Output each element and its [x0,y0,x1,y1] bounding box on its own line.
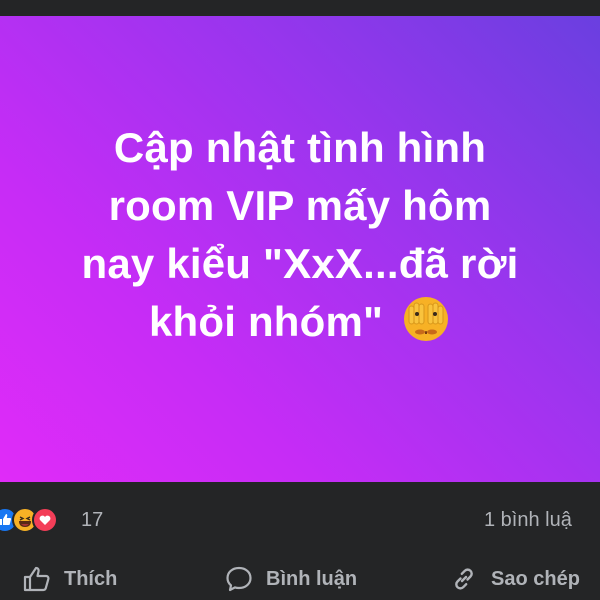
post-text-line-1: Cập nhật tình hình [113,124,487,171]
reaction-icons[interactable] [0,507,58,533]
comment-label: Bình luận [266,567,358,590]
love-reaction-icon [32,507,58,533]
comment-bubble-icon [224,564,254,594]
reactions-summary: 17 1 bình luậ [0,482,600,558]
post-text-line-3: nay kiểu "XxX...đã rời [81,240,519,287]
action-bar: Thích Bình luận Sao chép [0,558,600,600]
reaction-count[interactable]: 17 [81,508,103,532]
thumbs-up-icon [22,564,52,594]
see-no-evil-face-icon [401,294,451,359]
comment-button[interactable]: Bình luận [224,562,357,596]
like-label: Thích [64,567,118,590]
copy-button[interactable]: Sao chép [449,562,580,596]
link-icon [449,564,479,594]
post-text-line-4: khỏi nhóm" [148,298,384,345]
post-text-line-2: room VIP mấy hôm [108,182,492,229]
post-background: Cập nhật tình hình room VIP mấy hôm nay … [0,16,600,482]
comment-count[interactable]: 1 bình luậ [484,508,572,532]
post-text: Cập nhật tình hình room VIP mấy hôm nay … [30,119,570,359]
copy-label: Sao chép [491,567,580,590]
post-card: Cập nhật tình hình room VIP mấy hôm nay … [0,0,600,600]
like-button[interactable]: Thích [22,562,117,596]
top-edge [0,0,600,16]
